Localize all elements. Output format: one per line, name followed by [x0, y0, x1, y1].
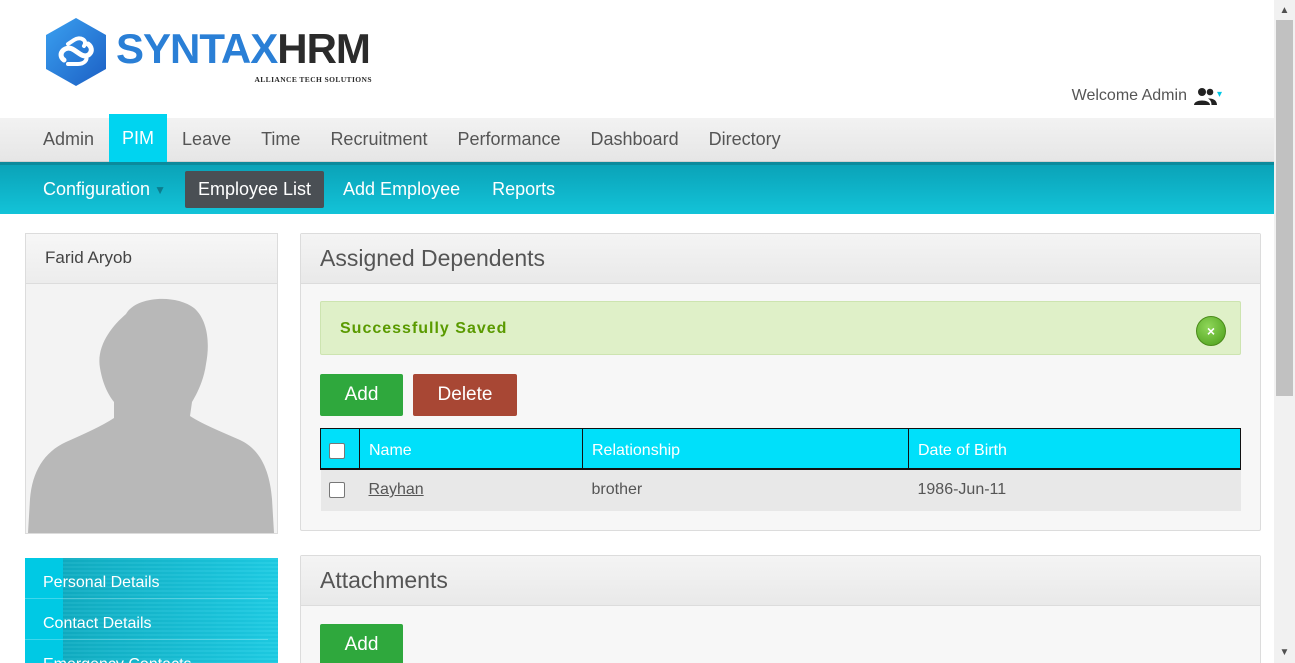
side-menu: Personal Details Contact Details Emergen… — [25, 558, 278, 663]
dependents-title: Assigned Dependents — [301, 234, 1260, 284]
subnav-add-employee[interactable]: Add Employee — [330, 171, 473, 208]
nav-admin[interactable]: Admin — [28, 118, 109, 162]
avatar-silhouette-icon — [26, 284, 277, 533]
nav-time[interactable]: Time — [246, 118, 315, 162]
column-date-of-birth[interactable]: Date of Birth — [908, 428, 1241, 470]
add-attachment-button[interactable]: Add — [320, 624, 403, 663]
column-relationship[interactable]: Relationship — [582, 428, 909, 470]
logo-name-part2: HRM — [277, 25, 371, 72]
select-all-checkbox[interactable] — [329, 443, 345, 460]
dependents-table: Name Relationship Date of Birth Rayhan b… — [320, 428, 1241, 511]
side-item-emergency-contacts[interactable]: Emergency Contacts — [25, 640, 268, 663]
logo-tagline: ALLIANCE TECH SOLUTIONS — [254, 75, 372, 84]
select-all-cell — [320, 428, 360, 470]
side-item-contact-details[interactable]: Contact Details — [25, 599, 268, 640]
welcome-text: Welcome Admin — [1071, 87, 1187, 104]
cell-relationship: brother — [582, 468, 909, 511]
nav-leave[interactable]: Leave — [167, 118, 246, 162]
dependent-name-link[interactable]: Rayhan — [369, 481, 424, 498]
profile-card: Farid Aryob — [25, 233, 278, 534]
attachments-panel: Attachments Add — [300, 555, 1261, 663]
attachments-title: Attachments — [301, 556, 1260, 606]
subnav-employee-list[interactable]: Employee List — [184, 171, 325, 208]
close-icon[interactable]: × — [1196, 316, 1226, 346]
syntax-logo-icon — [46, 18, 106, 86]
scroll-thumb[interactable] — [1276, 20, 1293, 396]
cell-date-of-birth: 1986-Jun-11 — [908, 468, 1241, 511]
logo[interactable]: SYNTAXHRM ALLIANCE TECH SOLUTIONS — [44, 16, 372, 88]
row-checkbox[interactable] — [328, 481, 345, 498]
profile-photo[interactable] — [26, 284, 277, 533]
caret-down-icon: ▾ — [1216, 88, 1222, 100]
row-select-cell — [320, 468, 360, 511]
users-icon — [1193, 88, 1217, 105]
vertical-scrollbar[interactable]: ▲ ▼ — [1274, 0, 1295, 663]
main-nav: Admin PIM Leave Time Recruitment Perform… — [0, 114, 1274, 162]
table-header-row: Name Relationship Date of Birth — [320, 428, 1241, 470]
nav-recruitment[interactable]: Recruitment — [315, 118, 442, 162]
profile-name: Farid Aryob — [26, 234, 277, 284]
cell-name: Rayhan — [359, 468, 583, 511]
subnav-configuration-label: Configuration — [43, 179, 151, 199]
nav-directory[interactable]: Directory — [694, 118, 796, 162]
nav-pim[interactable]: PIM — [109, 114, 168, 162]
alert-message: Successfully Saved — [340, 320, 508, 337]
scroll-down-icon[interactable]: ▼ — [1274, 643, 1295, 663]
subnav-configuration[interactable]: Configuration ▼ — [30, 171, 179, 208]
subnav-reports[interactable]: Reports — [479, 171, 568, 208]
user-menu[interactable]: Welcome Admin ▾ — [1072, 86, 1222, 106]
logo-name-part1: SYNTAX — [116, 25, 278, 72]
caret-down-icon: ▼ — [154, 182, 166, 197]
dependents-panel: Assigned Dependents Successfully Saved ×… — [300, 233, 1261, 531]
logo-text: SYNTAXHRM ALLIANCE TECH SOLUTIONS — [116, 25, 372, 85]
header: SYNTAXHRM ALLIANCE TECH SOLUTIONS Welcom… — [0, 0, 1274, 118]
table-row: Rayhan brother 1986-Jun-11 — [320, 468, 1241, 511]
delete-dependent-button[interactable]: Delete — [413, 374, 517, 416]
success-alert: Successfully Saved × — [320, 301, 1241, 355]
scroll-up-icon[interactable]: ▲ — [1274, 0, 1295, 20]
nav-performance[interactable]: Performance — [442, 118, 575, 162]
column-name[interactable]: Name — [359, 428, 583, 470]
side-item-personal-details[interactable]: Personal Details — [25, 558, 268, 599]
add-dependent-button[interactable]: Add — [320, 374, 403, 416]
sub-nav: Configuration ▼ Employee List Add Employ… — [0, 162, 1274, 214]
nav-dashboard[interactable]: Dashboard — [576, 118, 694, 162]
